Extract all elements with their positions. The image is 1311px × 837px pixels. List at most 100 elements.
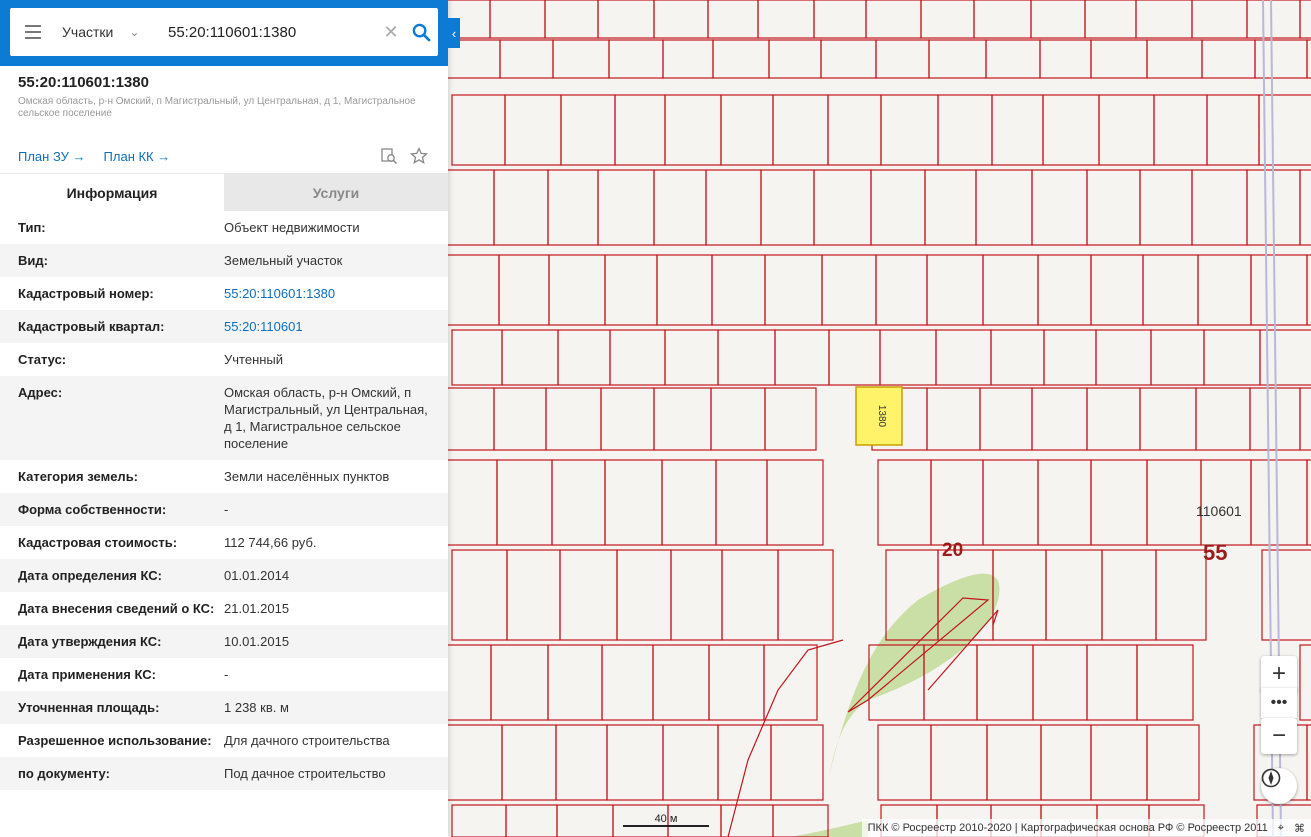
cadastral-map[interactable]: 1380 20 55 110601 + ••• − 40 м ПКК © Рос… [448, 0, 1311, 837]
object-title: 55:20:110601:1380 [18, 74, 149, 91]
parcel [1030, 0, 1086, 39]
parcel [979, 387, 1033, 451]
properties-list: Тип: Объект недвижимости Вид: Земельный уча… [0, 211, 448, 790]
property-row: Дата применения КС: - [0, 658, 448, 691]
zoom-in-button[interactable]: + [1261, 656, 1297, 692]
property-value: Объект недвижимости [224, 220, 360, 235]
more-tools-button[interactable]: ••• [1261, 688, 1297, 718]
parcel [656, 254, 713, 326]
property-row: по документу: Под дачное строительство [0, 757, 448, 790]
parcel [1306, 724, 1311, 801]
parcel [774, 329, 830, 386]
parcel [1095, 329, 1152, 386]
object-type-value: Участки [62, 24, 114, 40]
parcel [560, 94, 616, 166]
compass-button[interactable] [1261, 768, 1297, 804]
parcel [707, 0, 759, 39]
tab-info[interactable]: Информация [0, 174, 224, 211]
parcel [499, 39, 554, 79]
parcel [1191, 169, 1248, 246]
parcel [991, 94, 1044, 166]
plan-zu-link[interactable]: План ЗУ → [18, 149, 86, 164]
locate-icon[interactable]: ⌖ [1278, 822, 1284, 835]
menu-icon[interactable] [10, 25, 56, 39]
parcel [451, 94, 506, 166]
parcel [935, 329, 992, 386]
property-row: Кадастровая стоимость: 112 744,66 руб. [0, 526, 448, 559]
parcel [820, 39, 877, 79]
parcel [544, 0, 599, 39]
property-row: Статус: Учтенный [0, 343, 448, 376]
parcel [616, 549, 672, 641]
parcel [879, 329, 937, 386]
parcel [1146, 724, 1200, 801]
parcel [1090, 254, 1144, 326]
parcel [451, 329, 503, 386]
chevron-down-icon: ⌄ [129, 25, 140, 39]
parcel [451, 804, 507, 837]
parcel [606, 724, 664, 801]
parcel [662, 39, 714, 79]
parcel [1040, 724, 1092, 801]
search-box: Участки ⌄ ✕ [10, 8, 438, 56]
link-icon[interactable]: ⌘ [1294, 822, 1305, 835]
parcel [1090, 724, 1148, 801]
search-input[interactable] [160, 17, 378, 47]
object-address: Омская область, р-н Омский, п Магистраль… [18, 96, 416, 119]
property-value: - [224, 667, 229, 682]
parcel [490, 644, 549, 721]
document-search-icon[interactable] [380, 147, 398, 165]
parcel [875, 39, 930, 79]
parcel [1299, 644, 1311, 721]
attribution-text: ПКК © Росреестр 2010-2020 | Картографиче… [867, 822, 1268, 834]
parcel [930, 724, 988, 801]
parcel [501, 329, 559, 386]
property-value: Земли населённых пунктов [224, 469, 390, 484]
property-row: Дата определения КС: 01.01.2014 [0, 559, 448, 592]
parcel [1135, 0, 1193, 39]
map-canvas[interactable]: 1380 20 55 110601 [448, 0, 1311, 837]
parcel [1142, 254, 1199, 326]
property-value: 21.01.2015 [224, 601, 290, 616]
parcel [1195, 387, 1251, 451]
object-type-select[interactable]: Участки ⌄ [56, 24, 160, 40]
parcel [930, 459, 984, 546]
tab-services[interactable]: Услуги [224, 174, 448, 211]
parcel [760, 169, 815, 246]
parcel [551, 459, 606, 546]
parcel [597, 0, 655, 39]
parcel [1146, 459, 1202, 546]
parcel [926, 387, 981, 451]
parcel [717, 329, 776, 386]
parcel [777, 549, 834, 641]
plan-kk-link[interactable]: План КК → [104, 149, 171, 164]
collapse-panel-button[interactable]: ‹ [448, 18, 460, 48]
property-key: Кадастровый квартал: [18, 319, 165, 334]
search-button[interactable] [404, 23, 438, 42]
zoom-out-button[interactable]: − [1261, 718, 1297, 754]
property-row: Разрешенное использование: Для дачного ст… [0, 724, 448, 757]
parcel [766, 459, 824, 546]
property-key: Кадастровая стоимость: [18, 535, 178, 550]
property-key: Статус: [18, 352, 67, 367]
parcel [555, 724, 608, 801]
property-row: Форма собственности: - [0, 493, 448, 526]
parcel [1153, 94, 1208, 166]
property-value: Под дачное строительство [224, 766, 386, 781]
search-icon [412, 23, 430, 41]
parcel [1206, 94, 1260, 166]
parcel [1250, 254, 1308, 326]
parcel [451, 549, 508, 641]
property-key: по документу: [18, 766, 110, 781]
property-value[interactable]: 55:20:110601:1380 [224, 285, 430, 302]
parcel [721, 549, 779, 641]
parcel [506, 549, 561, 641]
parcel [1299, 387, 1311, 451]
star-icon[interactable] [410, 147, 428, 165]
property-value: 01.01.2014 [224, 568, 290, 583]
property-value[interactable]: 55:20:110601 [224, 318, 430, 335]
clear-icon[interactable]: ✕ [378, 22, 404, 43]
parcel [1086, 387, 1141, 451]
parcel [652, 644, 710, 721]
property-row: Дата утверждения КС: 10.01.2015 [0, 625, 448, 658]
